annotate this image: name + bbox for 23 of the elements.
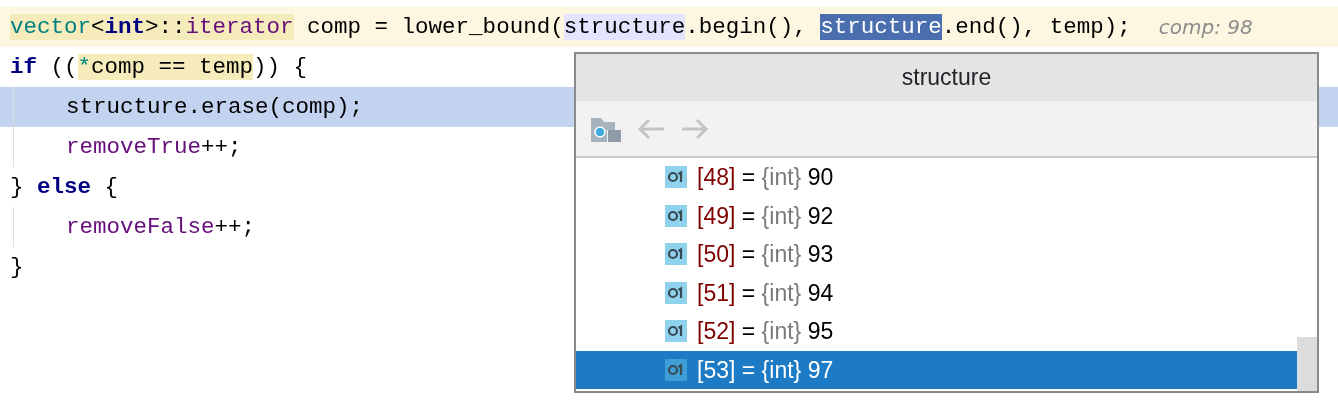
variable-row[interactable]: [51] = {int} 94 [576, 273, 1315, 312]
field-icon [665, 166, 687, 189]
field-icon [665, 204, 687, 227]
forward-arrow-icon[interactable] [680, 117, 710, 140]
code-line: structure.erase(comp); [66, 93, 364, 122]
field-icon [665, 243, 687, 266]
scrollbar-thumb[interactable] [1297, 337, 1317, 391]
code-line: } else { [10, 173, 119, 202]
code-line: } [10, 253, 24, 282]
field-icon [665, 358, 687, 381]
variable-row[interactable]: [52] = {int} 95 [576, 312, 1315, 351]
inline-value-hint: comp: 98 [1158, 14, 1253, 41]
variable-row[interactable]: [49] = {int} 92 [576, 196, 1315, 235]
back-arrow-icon[interactable] [636, 117, 666, 140]
variable-row[interactable]: [48] = {int} 90 [576, 158, 1315, 197]
code-line: if ((*comp == temp)) { [10, 53, 308, 82]
code-line: vector<int>::iterator comp = lower_bound(structure.begin(), structure.end(), temp); [10, 13, 1131, 42]
popup-title: structure [900, 63, 993, 93]
field-icon [665, 281, 687, 304]
variable-row[interactable]: [50] = {int} 93 [576, 235, 1315, 274]
code-line: removeFalse++; [66, 213, 256, 242]
field-icon [665, 320, 687, 343]
code-line: removeTrue++; [66, 133, 242, 162]
